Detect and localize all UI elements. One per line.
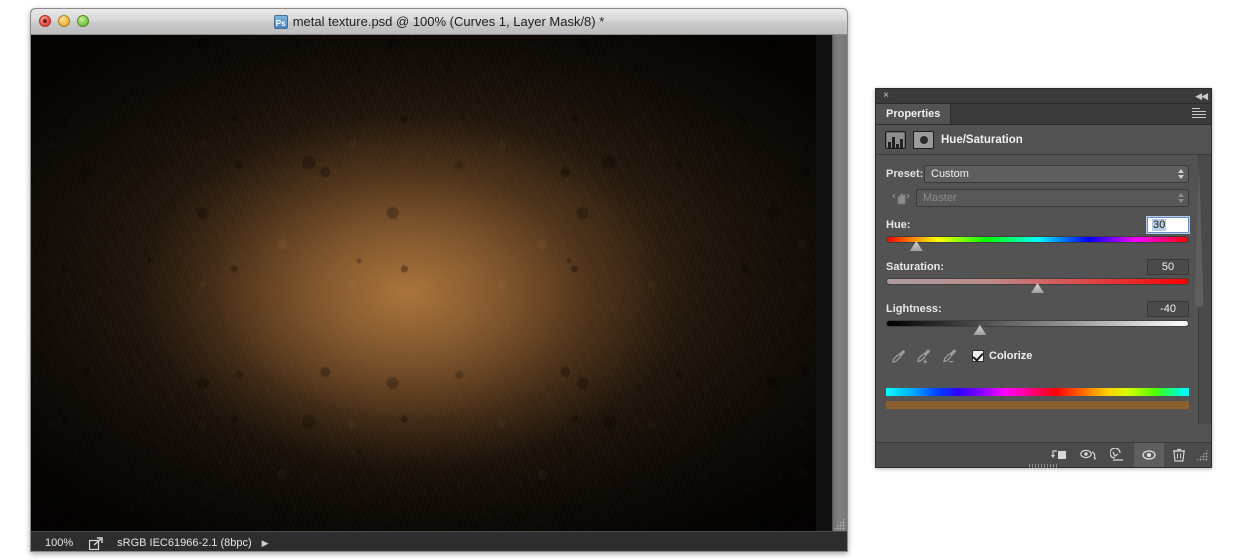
colorize-control[interactable]: Colorize [972,350,1032,362]
status-zoom-level[interactable]: 100% [31,537,85,549]
channel-row: Master [886,189,1189,207]
preset-label: Preset: [886,168,924,180]
panel-vertical-scrollbar[interactable] [1194,155,1211,424]
stepper-arrows-icon [1178,169,1184,179]
saturation-slider[interactable] [886,278,1189,293]
document-status-bar: 100% sRGB IEC61966-2.1 (8bpc) ▶ [31,531,847,551]
texture-grain [31,35,816,532]
document-vertical-scrollbar[interactable] [832,35,847,532]
adjustment-header: Hue/Saturation [876,125,1211,155]
lightness-slider-track[interactable] [886,320,1189,327]
collapse-panel-icon[interactable]: ◀◀ [1195,90,1208,102]
preset-select[interactable]: Custom [924,165,1189,183]
status-expand-arrow[interactable]: ▶ [262,538,269,549]
panel-resize-grip[interactable] [1196,449,1208,461]
eyedropper-add-icon[interactable] [912,346,938,366]
window-title-group: Ps metal texture.psd @ 100% (Curves 1, L… [31,9,847,34]
panel-tab-bar: Properties [876,104,1211,125]
window-title: metal texture.psd @ 100% (Curves 1, Laye… [292,14,605,29]
result-color-bar [886,401,1189,409]
color-bars [886,388,1189,409]
status-color-profile: sRGB IEC61966-2.1 (8bpc) [117,537,252,549]
panel-body: Preset: Custom Master Hue: 30 Saturation… [876,155,1211,461]
photoshop-icon: Ps [273,14,288,29]
hue-saturation-adjustment-icon[interactable] [885,130,906,149]
lightness-label: Lightness: [886,303,942,315]
adjustment-title: Hue/Saturation [941,133,1023,146]
colorize-checkbox[interactable] [972,350,984,362]
tab-properties[interactable]: Properties [876,104,952,124]
saturation-slider-group: Saturation: 50 [886,259,1189,293]
toggle-before-after-button[interactable] [1074,443,1104,467]
properties-panel: × ◀◀ Properties Hue/Saturation Preset: C… [875,88,1212,468]
saturation-label: Saturation: [886,261,945,273]
colorize-label: Colorize [989,350,1033,362]
image-canvas[interactable] [31,35,816,532]
reset-button[interactable] [1104,443,1134,467]
lightness-slider-group: Lightness: -40 [886,301,1189,335]
eyedropper-row: Colorize [886,346,1189,366]
share-export-icon[interactable] [85,532,107,551]
eyedropper-subtract-icon[interactable] [938,346,964,366]
app-root: Ps metal texture.psd @ 100% (Curves 1, L… [0,0,1249,560]
channel-value: Master [923,192,957,204]
delete-adjustment-button[interactable] [1164,443,1194,467]
saturation-value-input[interactable]: 50 [1147,259,1189,275]
hue-slider-header: Hue: 30 [886,217,1189,233]
hue-value: 30 [1152,219,1167,231]
lightness-slider[interactable] [886,320,1189,335]
layer-mask-icon[interactable] [913,130,934,149]
eyedropper-icon[interactable] [886,346,912,366]
channel-select[interactable]: Master [916,189,1189,207]
canvas-area: 100% sRGB IEC61966-2.1 (8bpc) ▶ [31,35,847,551]
panel-drag-handle[interactable] [1028,464,1059,468]
panel-menu-icon[interactable] [1192,108,1206,120]
hue-slider-track[interactable] [886,236,1189,243]
lightness-value-input[interactable]: -40 [1147,301,1189,317]
panel-top-bar: × ◀◀ [876,89,1211,104]
close-icon[interactable]: × [880,90,892,102]
lightness-slider-header: Lightness: -40 [886,301,1189,317]
stepper-arrows-icon [1178,193,1184,203]
on-image-adjust-icon[interactable] [886,189,916,207]
canvas-vignette [31,35,816,532]
saturation-slider-header: Saturation: 50 [886,259,1189,275]
hue-slider-group: Hue: 30 [886,217,1189,251]
hue-label: Hue: [886,219,911,231]
hue-slider[interactable] [886,236,1189,251]
preset-row: Preset: Custom [886,165,1189,183]
hue-value-input[interactable]: 30 [1147,217,1189,233]
preset-value: Custom [931,168,969,180]
toggle-visibility-button[interactable] [1134,443,1164,467]
spectrum-bar [886,388,1189,396]
window-titlebar[interactable]: Ps metal texture.psd @ 100% (Curves 1, L… [31,9,847,35]
panel-content: Preset: Custom Master Hue: 30 Saturation… [876,155,1211,409]
document-window: Ps metal texture.psd @ 100% (Curves 1, L… [30,8,848,552]
